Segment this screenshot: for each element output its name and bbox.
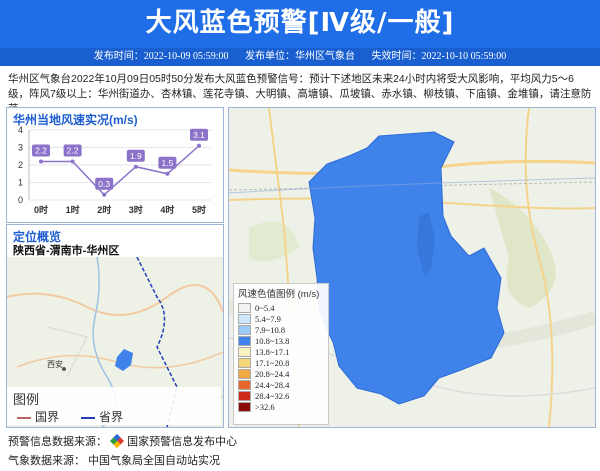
legend-row: 20.8~24.4 [238,369,328,380]
location-legend-title: 图例 [13,392,40,407]
province-border-label: 省界 [99,410,124,424]
legend-label: 24.4~28.4 [255,380,290,391]
wind-point [197,143,201,148]
legend-item-province-border: 省界 [81,408,123,425]
national-border-label: 国界 [35,410,60,424]
legend-swatch [238,358,251,369]
national-border-swatch [17,416,31,419]
legend-row: 24.4~28.4 [238,380,328,391]
wind-value-label: 2.2 [35,146,47,156]
wind-value-label: 3.1 [193,130,205,140]
warning-source-line: 预警信息数据来源： 国家预警信息发布中心 [8,433,237,449]
wind-value-label: 1.9 [130,151,142,161]
x-tick-label: 4时 [160,204,174,215]
y-tick-label: 0 [18,195,23,205]
wind-point [39,159,43,164]
legend-swatch [238,402,251,413]
x-tick-label: 2时 [97,204,111,215]
issue-time-label: 发布时间： [93,51,144,62]
expire-time-value: 2022-10-10 05:59:00 [421,51,507,62]
x-tick-label: 0时 [34,204,48,215]
expire-time: 失效时间：2022-10-10 05:59:00 [372,51,507,62]
legend-label: 5.4~7.9 [255,313,281,324]
legend-row: 5.4~7.9 [238,313,328,324]
warning-source-logo-icon [109,433,125,449]
legend-row: 7.9~10.8 [238,324,328,335]
y-tick-label: 1 [18,178,23,188]
legend-swatch [238,391,251,402]
issuer-value: 华州区气象台 [295,51,355,62]
wind-point [70,159,75,164]
legend-swatch [238,380,251,391]
legend-label: 0~5.4 [255,302,275,313]
legend-label: >32.6 [255,402,275,413]
x-tick-label: 3时 [129,204,143,215]
wind-point [165,171,170,176]
warning-meta-bar: 发布时间：2022-10-09 05:59:00 发布单位：华州区气象台 失效时… [0,48,600,66]
legend-label: 13.8~17.1 [255,346,290,357]
issue-time-value: 2022-10-09 05:59:00 [143,51,229,62]
legend-swatch [238,324,251,335]
legend-label: 17.1~20.8 [255,358,290,369]
location-overview-panel: 定位概览 陕西省-渭南市-华州区 西安 图例 国界 省界 [6,224,224,428]
legend-label: 10.8~13.8 [255,335,290,346]
wind-value-label: 1.5 [161,158,173,168]
warning-source-label: 预警信息数据来源： [8,436,107,448]
wind-speed-panel: 华州当地风速实况(m/s) 0 1 2 3 4 2.2 0时 2.2 1时 0.3 2时 1.9 3时 1… [6,107,224,223]
y-tick-label: 2 [18,160,23,170]
warning-header: 大风蓝色预警[Ⅳ级/一般] [0,0,600,48]
y-tick-label: 4 [18,126,23,135]
wind-speed-color-legend: 风速色值图例 (m/s) 0~5.4 5.4~7.9 7.9~10.8 10.8~13… [233,283,329,425]
x-tick-label: 5时 [192,204,206,215]
legend-title: 风速色值图例 (m/s) [238,289,320,300]
wind-speed-chart: 0 1 2 3 4 2.2 0时 2.2 1时 0.3 2时 1.9 3时 1.5 4时 3.1 5时 [18,126,211,215]
wind-value-label: 2.2 [67,146,79,156]
legend-rows: 0~5.4 5.4~7.9 7.9~10.8 10.8~13.8 13.8~17.1 17… [234,302,328,413]
weather-source-label: 气象数据来源： [8,455,85,467]
legend-row: 13.8~17.1 [238,346,328,357]
wind-point [102,192,107,197]
legend-row: 10.8~13.8 [238,335,328,346]
weather-source-line: 气象数据来源： 中国气象局全国自动站实况 [8,452,220,468]
issue-time: 发布时间：2022-10-09 05:59:00 [94,51,229,62]
y-tick-label: 3 [18,143,23,153]
legend-label: 20.8~24.4 [255,369,290,380]
issuer: 发布单位：华州区气象台 [245,51,355,62]
warning-source-value: 国家预警信息发布中心 [127,436,238,448]
x-tick-label: 1时 [66,204,80,215]
legend-row: 17.1~20.8 [238,357,328,369]
wind-value-label: 0.3 [98,179,110,189]
legend-swatch [238,335,251,346]
expire-time-label: 失效时间： [371,51,422,62]
map-city-label: 西安 [47,359,63,369]
issuer-label: 发布单位： [245,51,295,62]
legend-swatch [238,369,251,380]
weather-source-value: 中国气象局全国自动站实况 [88,455,221,467]
province-border-swatch [81,416,95,419]
page-title: 大风蓝色预警[Ⅳ级/一般] [145,8,455,38]
legend-row: 28.4~32.6 [238,391,328,402]
wind-point [133,164,138,169]
legend-row: >32.6 [238,402,328,413]
legend-label: 7.9~10.8 [255,324,286,335]
legend-label: 28.4~32.6 [255,391,290,402]
legend-swatch [238,302,251,313]
location-region: 陕西省-渭南市-华州区 [13,245,120,257]
location-legend: 图例 国界 省界 [7,387,221,425]
legend-swatch [238,346,251,357]
legend-row: 0~5.4 [238,302,328,313]
legend-item-national-border: 国界 [17,408,59,425]
legend-swatch [238,313,251,324]
